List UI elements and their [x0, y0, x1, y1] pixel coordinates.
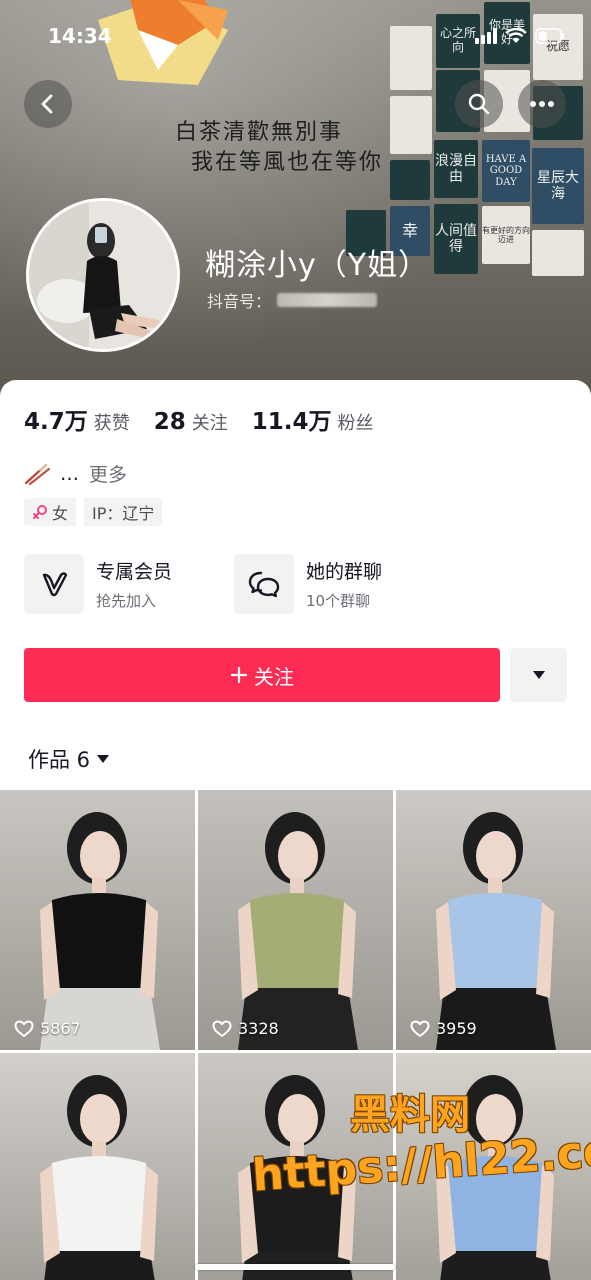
home-indicator[interactable] — [195, 1264, 395, 1270]
feature-group-title: 她的群聊 — [306, 561, 383, 583]
feature-vip-membership[interactable]: 专属会员 抢先加入 — [24, 554, 234, 614]
recommend-dropdown-button[interactable] — [510, 648, 567, 702]
bio-more-link[interactable]: 更多 — [89, 460, 127, 487]
profile-tags: 女 IP：辽宁 — [24, 498, 163, 526]
profile-cover: 白茶清歡無別事 我在等風也在等你 心之所向 你是美好 祝愿 浪漫自由 HAVE … — [0, 0, 591, 400]
video-thumbnail[interactable]: 5867 — [0, 790, 195, 1050]
more-dots-icon — [530, 101, 554, 107]
douyin-id-label: 抖音号： — [207, 292, 272, 311]
poster — [390, 160, 430, 200]
gender-label: 女 — [52, 504, 69, 523]
plus-icon — [230, 666, 248, 684]
stat-likes-label: 获赞 — [93, 413, 130, 434]
feature-group-chats[interactable]: 她的群聊 10个群聊 — [234, 554, 444, 614]
video-thumbnail[interactable]: 3328 — [198, 790, 393, 1050]
female-icon — [33, 505, 47, 519]
video-like-count-value: 3328 — [238, 1019, 279, 1038]
stat-likes-value: 4.7万 — [24, 409, 88, 435]
video-like-count: 5867 — [14, 1019, 81, 1038]
follow-button[interactable]: 关注 — [24, 648, 500, 702]
poster: 浪漫自由 — [434, 140, 478, 198]
feature-vip-title: 专属会员 — [96, 561, 173, 583]
signal-icon — [475, 28, 497, 44]
stat-following-label: 关注 — [191, 413, 228, 434]
calligraphy-line-2: 我在等風也在等你 — [191, 150, 384, 175]
bio[interactable]: … 更多 — [24, 460, 127, 487]
stat-following[interactable]: 28 关注 — [154, 409, 228, 435]
profile-nickname: 糊涂小y（Y姐） — [205, 248, 430, 283]
battery-icon — [535, 28, 564, 44]
ip-location-tag: IP：辽宁 — [84, 498, 163, 526]
more-button[interactable] — [518, 80, 566, 128]
poster: HAVE A GOOD DAY — [482, 140, 530, 202]
video-grid: 5867 3328 3959 — [0, 790, 591, 1280]
calligraphy-line-1: 白茶清歡無別事 — [175, 120, 344, 145]
stat-followers[interactable]: 11.4万 粉丝 — [252, 402, 374, 436]
caret-down-icon — [97, 755, 110, 763]
cover-calligraphy: 白茶清歡無別事 我在等風也在等你 — [175, 118, 383, 178]
stat-followers-value: 11.4万 — [251, 409, 332, 435]
bio-text: … — [60, 462, 79, 485]
ip-location-label: IP：辽宁 — [92, 504, 155, 523]
heart-outline-icon — [410, 1020, 430, 1037]
feature-vip-subtitle: 抢先加入 — [96, 592, 157, 610]
heart-outline-icon — [14, 1020, 34, 1037]
caret-down-icon — [532, 671, 545, 679]
profile-features: 专属会员 抢先加入 她的群聊 10个群聊 — [24, 554, 444, 614]
chopsticks-emoji-icon — [24, 463, 50, 485]
video-like-count-value: 5867 — [40, 1019, 81, 1038]
gender-tag: 女 — [24, 498, 77, 526]
poster: 有更好的方向迈进 — [482, 206, 530, 264]
profile-stats: 4.7万 获赞 28 关注 11.4万 粉丝 — [24, 402, 398, 436]
vip-v-icon — [24, 554, 84, 614]
stat-likes[interactable]: 4.7万 获赞 — [24, 402, 130, 436]
douyin-id-value-blurred — [277, 293, 378, 307]
status-time: 14:34 — [48, 24, 112, 48]
feature-group-subtitle: 10个群聊 — [306, 592, 371, 610]
search-button[interactable] — [455, 80, 503, 128]
video-like-count: 3328 — [212, 1019, 279, 1038]
heart-outline-icon — [212, 1020, 232, 1037]
poster — [390, 96, 432, 154]
video-like-count: 3959 — [410, 1019, 477, 1038]
avatar-image — [29, 201, 177, 349]
poster: 星辰大海 — [532, 148, 584, 224]
video-like-count-value: 3959 — [436, 1019, 477, 1038]
search-icon — [468, 93, 490, 115]
video-thumbnail-image — [0, 1053, 195, 1280]
video-thumbnail-image — [198, 790, 393, 1050]
wifi-icon — [505, 28, 527, 43]
follow-button-label: 关注 — [254, 666, 294, 689]
stat-followers-label: 粉丝 — [337, 413, 374, 434]
video-thumbnail-image — [0, 790, 195, 1050]
tab-works[interactable]: 作品 6 — [28, 744, 110, 774]
poster: 人间值得 — [434, 204, 478, 274]
watermark-line-1: 黑料网 — [350, 1092, 470, 1138]
video-thumbnail[interactable]: 3959 — [396, 790, 591, 1050]
stat-following-value: 28 — [153, 409, 186, 435]
douyin-id[interactable]: 抖音号： — [207, 288, 378, 312]
status-bar: 14:34 — [0, 0, 591, 72]
poster — [532, 230, 584, 276]
avatar[interactable] — [26, 198, 180, 352]
video-thumbnail-image — [396, 790, 591, 1050]
chevron-left-icon — [41, 94, 53, 114]
back-button[interactable] — [24, 80, 72, 128]
video-thumbnail[interactable] — [0, 1053, 195, 1280]
tab-works-label: 作品 6 — [28, 748, 91, 772]
group-chat-icon — [234, 554, 294, 614]
status-icons — [475, 28, 565, 44]
